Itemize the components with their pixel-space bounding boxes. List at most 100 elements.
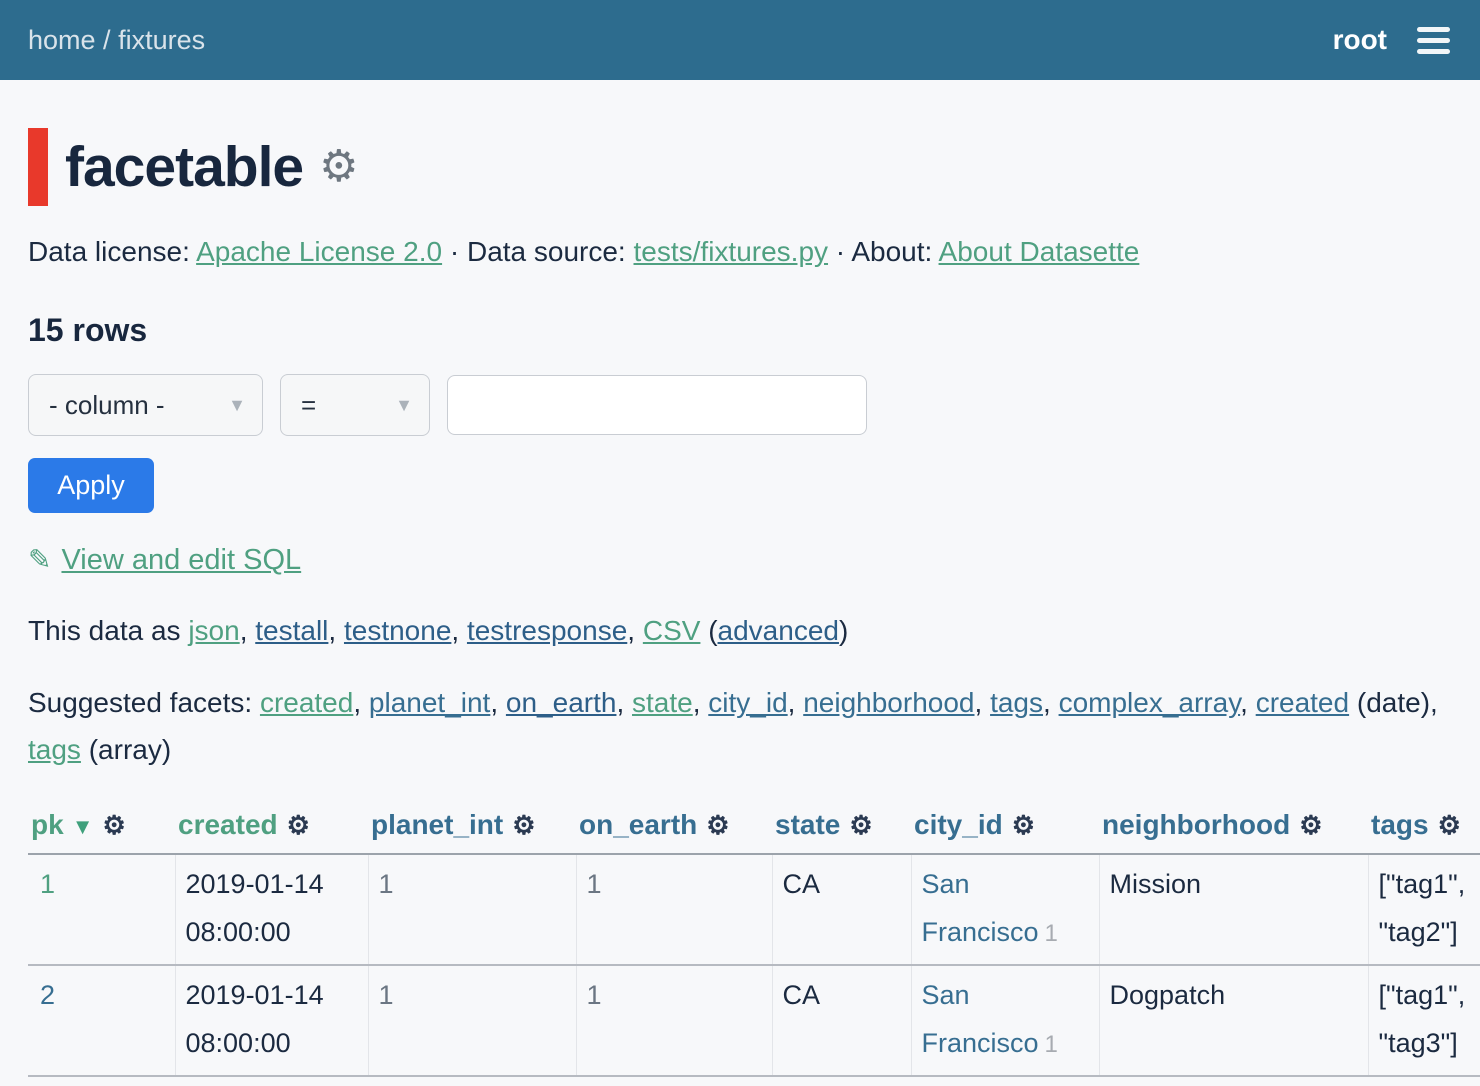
export-link[interactable]: testnone [344, 615, 451, 646]
column-gear-icon[interactable] [706, 810, 729, 840]
sql-link-line: View and edit SQL [28, 543, 1452, 577]
facet-separator: , [616, 687, 632, 718]
column-header-link[interactable]: pk [31, 809, 64, 840]
city-link[interactable]: San Francisco [922, 980, 1039, 1058]
cell-tags: ["tag1", "tag2"] [1368, 854, 1480, 965]
metadata-link[interactable]: Apache License 2.0 [196, 236, 442, 267]
column-gear-icon[interactable] [287, 810, 310, 840]
logged-in-user[interactable]: root [1333, 24, 1387, 56]
facet-link[interactable]: created [260, 687, 353, 718]
cell-on-earth: 1 [576, 854, 772, 965]
cell-created: 2019-01-14 08:00:00 [175, 854, 368, 965]
column-header-link[interactable]: tags [1371, 809, 1429, 840]
facet-separator: , [353, 687, 369, 718]
column-header-link[interactable]: state [775, 809, 840, 840]
facet-link[interactable]: tags [28, 734, 81, 765]
metadata-label: Data license: [28, 236, 196, 267]
city-count: 1 [1045, 920, 1058, 947]
facet-separator: , [1430, 687, 1438, 718]
row-count-heading: 15 rows [28, 312, 1452, 349]
filter-value-input[interactable] [447, 375, 867, 435]
column-gear-icon[interactable] [1299, 810, 1322, 840]
facet-link[interactable]: neighborhood [803, 687, 974, 718]
column-gear-icon[interactable] [1012, 810, 1035, 840]
facet-link[interactable]: tags [990, 687, 1043, 718]
city-link[interactable]: San Francisco [922, 869, 1039, 947]
filter-column-select[interactable]: - column - [28, 374, 263, 436]
facet-link[interactable]: planet_int [369, 687, 490, 718]
facet-separator: , [1043, 687, 1059, 718]
table-body: 1 2019-01-14 08:00:00 1 1 CA San Francis… [28, 854, 1480, 1076]
table-settings-gear-icon[interactable] [319, 145, 358, 189]
table-header-row: pk created planet_int on_earth state city_id n… [28, 803, 1480, 854]
chevron-down-icon [228, 395, 246, 416]
export-separator: , [451, 615, 467, 646]
page-title: facetable [65, 134, 303, 200]
cell-city-id: San Francisco1 [911, 965, 1099, 1076]
cell-planet-int: 1 [368, 854, 576, 965]
row-pk-link[interactable]: 1 [40, 869, 55, 899]
cell-state: CA [772, 965, 911, 1076]
view-edit-sql-link[interactable]: View and edit SQL [61, 544, 301, 576]
facet-suffix: (date) [1349, 687, 1430, 718]
metadata-separator: · [828, 236, 851, 267]
column-header-link[interactable]: on_earth [579, 809, 697, 840]
page-title-block: facetable [28, 128, 1480, 206]
breadcrumb: home / fixtures [28, 25, 205, 56]
facet-link[interactable]: state [632, 687, 693, 718]
column-header: city_id [911, 803, 1099, 854]
facets-prefix: Suggested facets: [28, 687, 260, 718]
export-links-line: This data as json, testall, testnone, te… [28, 615, 1452, 647]
pencil-icon [28, 544, 51, 575]
hamburger-menu-icon[interactable] [1417, 27, 1450, 54]
title-accent-bar [28, 128, 48, 206]
column-gear-icon[interactable] [512, 810, 535, 840]
filter-row: - column - = [28, 374, 1452, 436]
filter-operator-value: = [301, 390, 316, 421]
facet-link[interactable]: created [1256, 687, 1349, 718]
suggested-facets-line: Suggested facets: created, planet_int, o… [28, 679, 1452, 773]
cell-pk: 2 [28, 965, 175, 1076]
breadcrumb-link[interactable]: fixtures [118, 25, 205, 55]
export-link[interactable]: advanced [718, 615, 839, 646]
facet-separator: , [693, 687, 709, 718]
apply-button[interactable]: Apply [28, 458, 154, 513]
facet-separator: , [1240, 687, 1256, 718]
facet-separator: , [975, 687, 991, 718]
table-row: 1 2019-01-14 08:00:00 1 1 CA San Francis… [28, 854, 1480, 965]
cell-state: CA [772, 854, 911, 965]
chevron-down-icon [395, 395, 413, 416]
export-separator: , [240, 615, 256, 646]
metadata-link[interactable]: tests/fixtures.py [634, 236, 829, 267]
facet-separator: , [490, 687, 506, 718]
column-gear-icon[interactable] [849, 810, 872, 840]
row-pk-link[interactable]: 2 [40, 980, 55, 1010]
cell-created: 2019-01-14 08:00:00 [175, 965, 368, 1076]
cell-neighborhood: Mission [1099, 854, 1368, 965]
column-gear-icon[interactable] [102, 810, 125, 840]
facet-link[interactable]: on_earth [506, 687, 617, 718]
metadata-label: Data source: [467, 236, 634, 267]
export-link[interactable]: testresponse [467, 615, 627, 646]
facet-link[interactable]: complex_array [1059, 687, 1241, 718]
column-header-link[interactable]: created [178, 809, 278, 840]
column-header-link[interactable]: city_id [914, 809, 1003, 840]
cell-city-id: San Francisco1 [911, 854, 1099, 965]
column-header-link[interactable]: planet_int [371, 809, 503, 840]
column-header: on_earth [576, 803, 772, 854]
breadcrumb-link[interactable]: home [28, 25, 96, 55]
export-link[interactable]: CSV [643, 615, 701, 646]
export-link[interactable]: json [188, 615, 239, 646]
metadata-link[interactable]: About Datasette [939, 236, 1140, 267]
city-count: 1 [1045, 1031, 1058, 1058]
cell-pk: 1 [28, 854, 175, 965]
metadata-label: About: [851, 236, 938, 267]
export-link[interactable]: testall [255, 615, 328, 646]
column-gear-icon[interactable] [1438, 810, 1461, 840]
facet-link[interactable]: city_id [708, 687, 787, 718]
column-header: planet_int [368, 803, 576, 854]
column-header: tags [1368, 803, 1480, 854]
column-header: pk [28, 803, 175, 854]
filter-operator-select[interactable]: = [280, 374, 430, 436]
column-header-link[interactable]: neighborhood [1102, 809, 1290, 840]
